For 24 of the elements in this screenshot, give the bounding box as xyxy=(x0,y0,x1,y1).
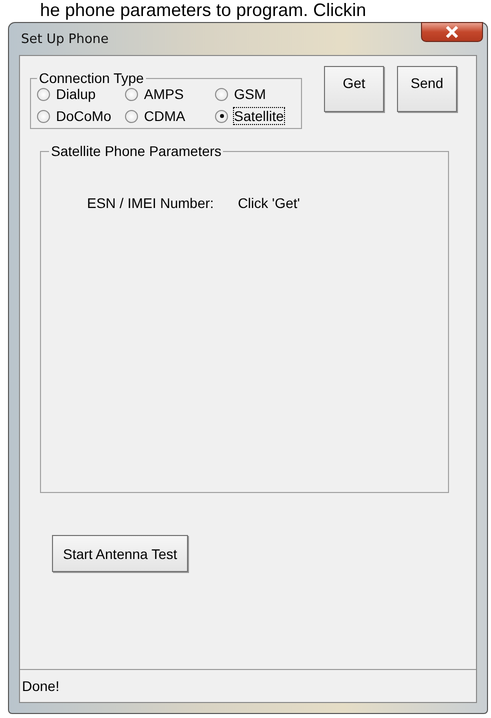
radio-option[interactable]: AMPS xyxy=(125,86,215,102)
action-button[interactable]: Get xyxy=(324,66,384,112)
close-icon xyxy=(445,26,459,38)
group-label: Connection Type xyxy=(38,70,145,86)
radio-option[interactable]: CDMA xyxy=(125,108,215,124)
background-document-text: he phone parameters to program. Clickin xyxy=(39,0,368,20)
group-label: Satellite Phone Parameters xyxy=(50,143,222,159)
radio-button[interactable] xyxy=(215,110,228,122)
radio-button[interactable] xyxy=(125,110,138,122)
field-value: Click 'Get' xyxy=(238,195,300,211)
start-antenna-test-button[interactable]: Start Antenna Test xyxy=(52,535,188,572)
radio-button[interactable] xyxy=(37,88,50,100)
radio-option[interactable]: Dialup xyxy=(37,86,125,102)
window-title: Set Up Phone xyxy=(20,32,109,46)
close-button[interactable] xyxy=(421,22,483,42)
radio-option[interactable]: Satellite xyxy=(215,108,295,124)
action-button[interactable]: Send xyxy=(397,66,457,112)
field-label: ESN / IMEI Number: xyxy=(87,195,214,211)
radio-button[interactable] xyxy=(37,110,50,122)
status-bar: Done! xyxy=(20,669,476,702)
radio-button[interactable] xyxy=(215,88,228,100)
radio-option[interactable]: GSM xyxy=(215,86,295,102)
radio-option[interactable]: DoCoMo xyxy=(37,108,125,124)
radio-button[interactable] xyxy=(125,88,138,100)
